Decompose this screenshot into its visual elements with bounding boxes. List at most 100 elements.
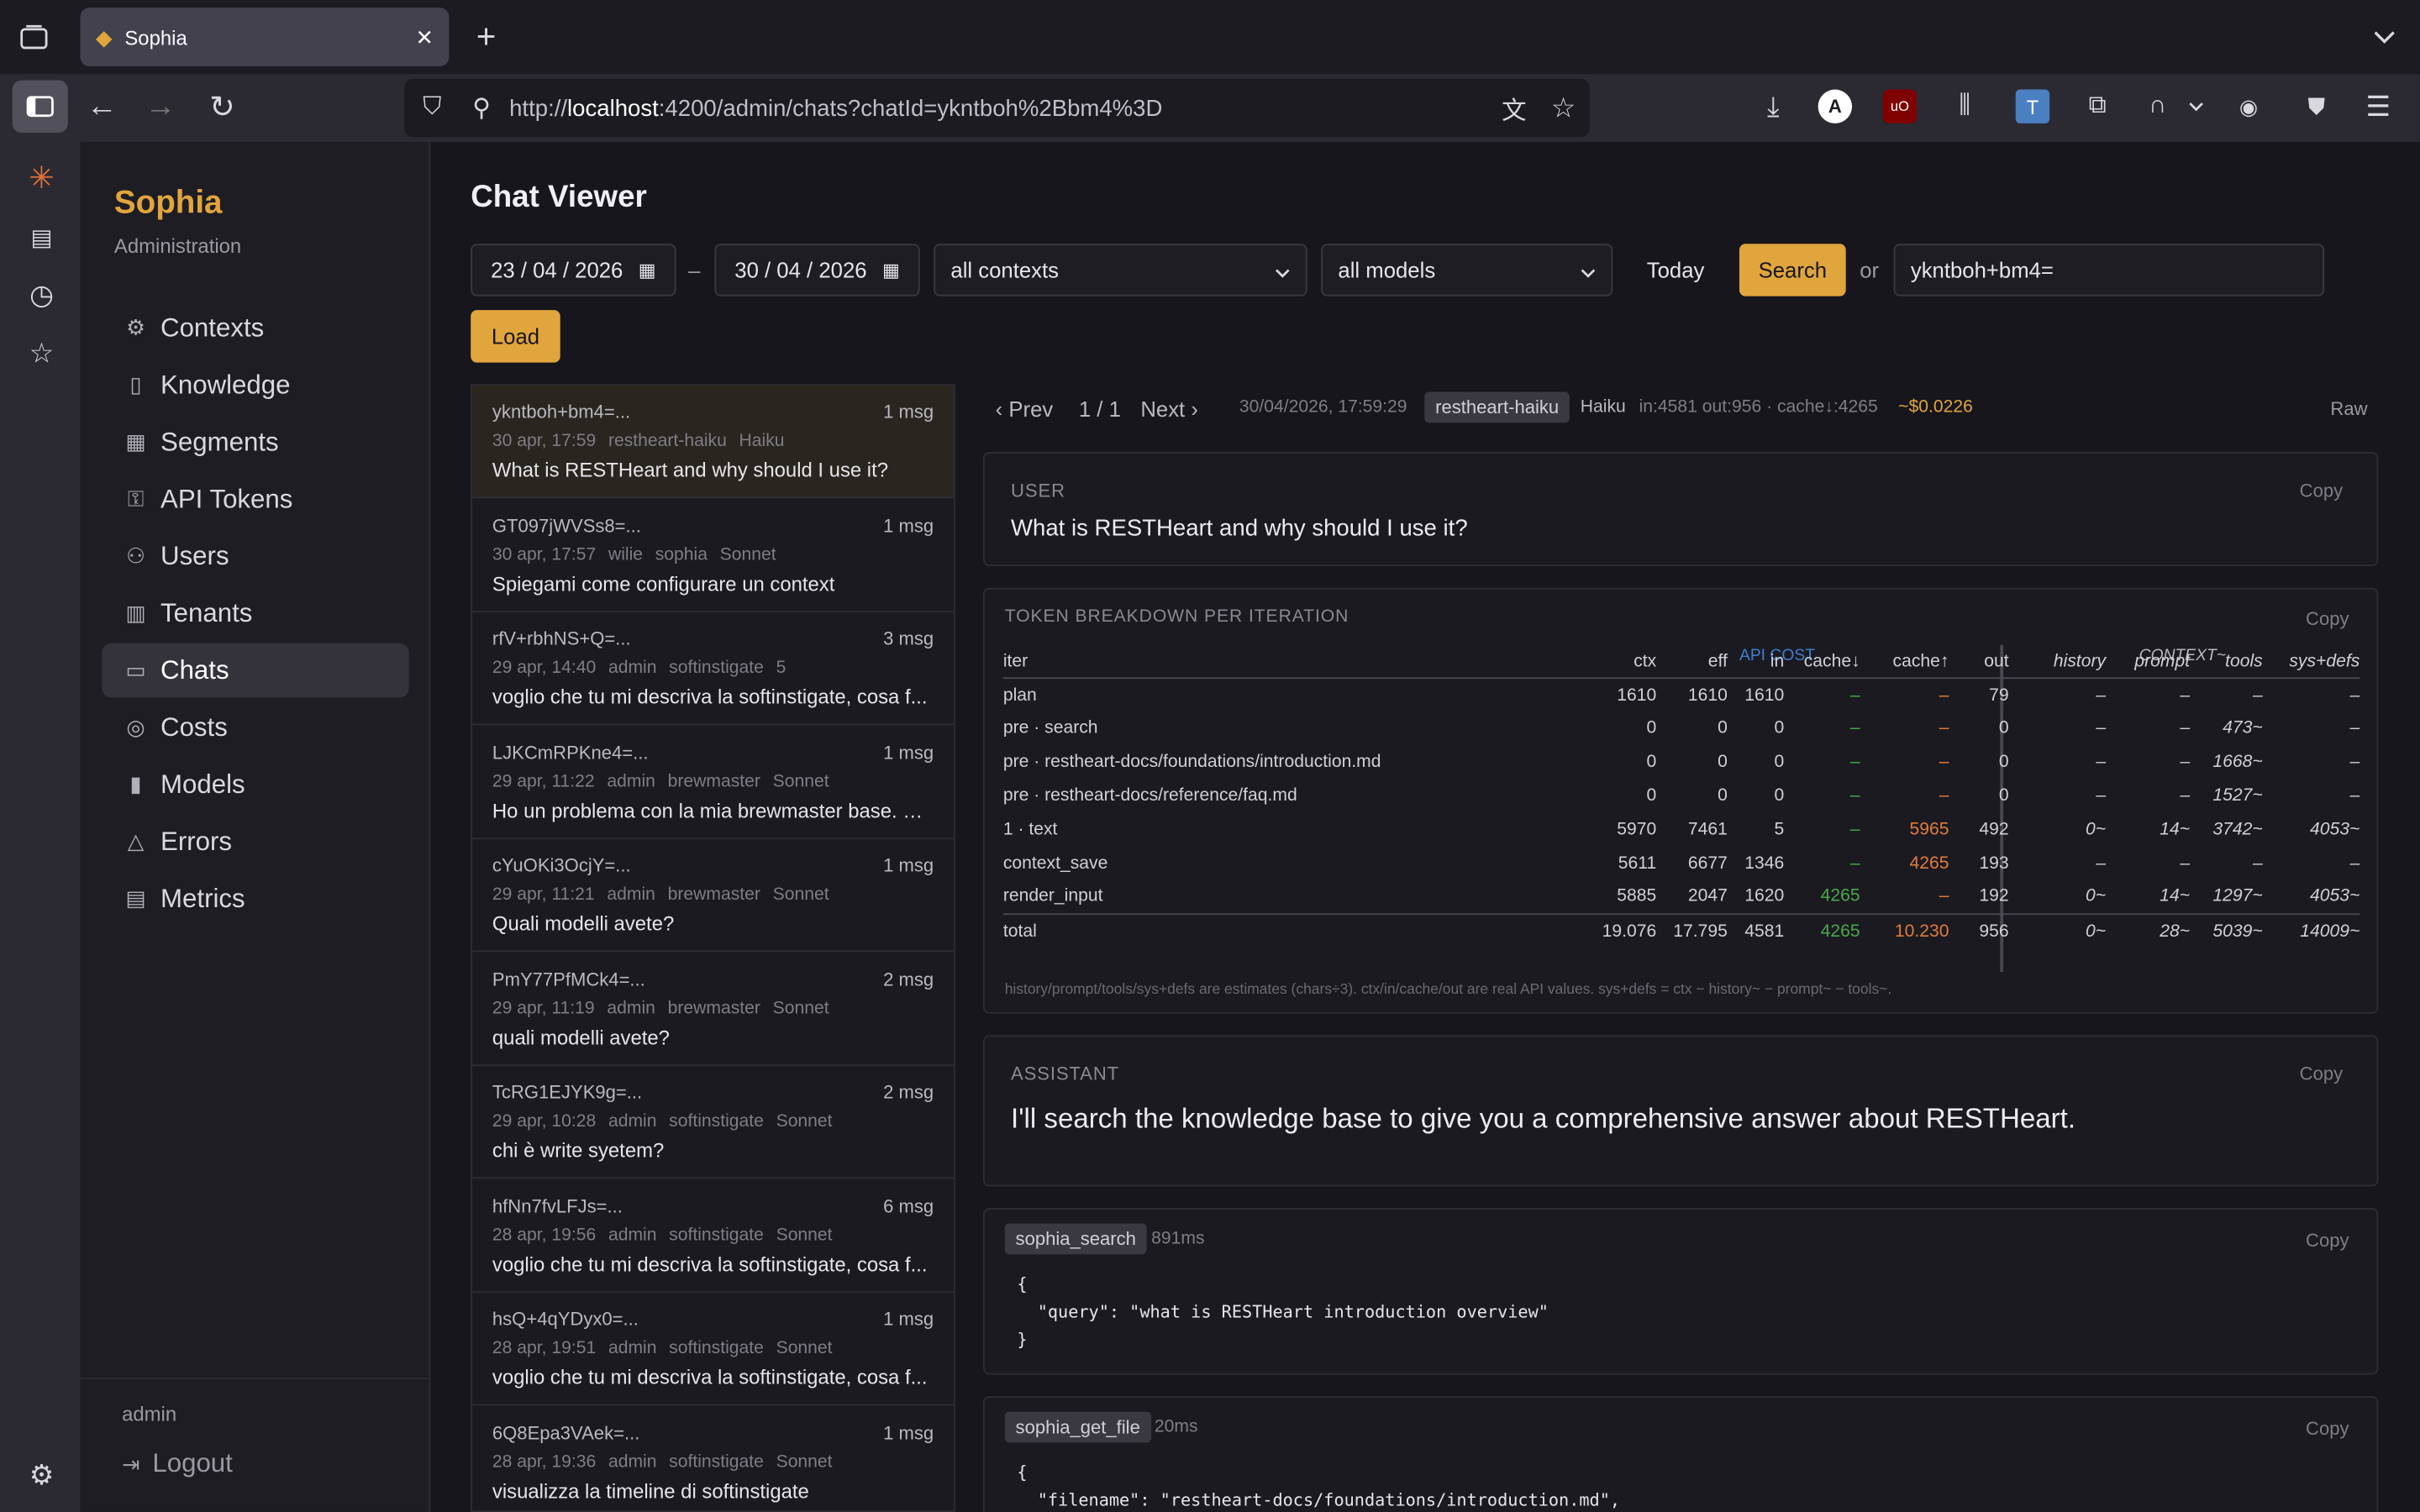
extension-t-icon[interactable]: T	[2015, 89, 2050, 123]
translate-icon[interactable]: 文	[1491, 90, 1537, 127]
load-button[interactable]: Load	[471, 310, 560, 363]
favorites-star-icon[interactable]: ☆	[24, 336, 58, 370]
browser-settings-gear-icon[interactable]: ⚙	[24, 1458, 58, 1492]
back-arrow-icon[interactable]: ←	[83, 89, 120, 123]
date-from-value: 23 / 04 / 2026	[491, 257, 623, 283]
copy-button[interactable]: Copy	[2300, 1063, 2343, 1084]
chat-item-meta: 28 apr, 19:56 admin softinstigate Sonnet	[492, 1226, 934, 1244]
bookmark-star-icon[interactable]: ☆	[1537, 92, 1589, 124]
chevron-down-icon[interactable]	[2186, 96, 2207, 118]
reload-icon[interactable]: ↻	[203, 90, 240, 123]
table-cell: 4053~	[2309, 887, 2360, 906]
chat-item-header: 6Q8Epa3VAek=... 1 msg	[492, 1422, 934, 1444]
menu-icon[interactable]: ☰	[2361, 90, 2395, 123]
chat-date: 28 apr, 19:56	[492, 1226, 597, 1245]
column-header: in	[1770, 652, 1785, 671]
history-icon[interactable]: ◷	[24, 278, 58, 312]
chat-list-item[interactable]: ykntboh+bm4=... 1 msg 30 apr, 17:59 resthea…	[472, 386, 955, 499]
chat-first-message: voglio che tu mi descriva la softinstiga…	[492, 1365, 928, 1389]
copy-button[interactable]: Copy	[2306, 608, 2349, 630]
table-cell: –	[2096, 786, 2107, 806]
chat-list-item[interactable]: 6Q8Epa3VAek=... 1 msg 28 apr, 19:36 admin so…	[472, 1406, 954, 1510]
chat-id: GT097jWVSs8=...	[492, 514, 641, 537]
sidebar-toggle-icon[interactable]	[12, 80, 68, 133]
new-tab-icon[interactable]: +	[468, 17, 505, 55]
library-icon[interactable]: ⫼	[1948, 90, 1981, 123]
table-cell: 14~	[2160, 820, 2191, 839]
chat-id: 6Q8Epa3VAek=...	[492, 1421, 640, 1444]
date-to-input[interactable]: 30 / 04 / 2026 ▦	[714, 244, 920, 297]
table-cell: 79	[1989, 686, 2009, 706]
chat-list-item[interactable]: rfV+rbhNS+Q=... 3 msg 29 apr, 14:40 admin so…	[472, 612, 955, 726]
mask-icon[interactable]: ◉	[2232, 90, 2265, 123]
nav-item-contexts[interactable]: ⚙ Contexts	[102, 301, 409, 354]
nav-item-models[interactable]: ▮ Models	[102, 758, 409, 811]
calendar-icon[interactable]: ▦	[882, 260, 900, 281]
chat-id-input[interactable]: ykntboh+bm4=	[1893, 244, 2325, 297]
logout-button[interactable]: ⇥ Logout	[122, 1449, 233, 1480]
url-bar[interactable]: ⛉ ⚲ http://localhost:4200/admin/chats?ch…	[404, 78, 1590, 138]
account-avatar-icon[interactable]: A	[1818, 89, 1853, 123]
nav-item-knowledge[interactable]: ▯ Knowledge	[102, 358, 409, 412]
chat-list-item[interactable]: LJKCmRPKne4=... 1 msg 29 apr, 11:22 admin br…	[472, 726, 955, 839]
nav-item-costs[interactable]: ◎ Costs	[102, 701, 409, 754]
copy-button[interactable]: Copy	[2306, 1230, 2349, 1252]
chat-first-message: Quali modelli avete?	[492, 911, 675, 936]
table-cell: –	[2252, 853, 2263, 873]
message-count: 1 msg	[883, 854, 934, 877]
extensions-puzzle-icon[interactable]: ⧉	[2081, 90, 2114, 123]
chat-item-header: PmY77PfMCk4=... 2 msg	[492, 969, 934, 990]
nav-item-tenants[interactable]: ▥ Tenants	[102, 586, 409, 640]
table-cell: –	[1939, 753, 1949, 772]
chat-list-item[interactable]: hfNn7fvLFJs=... 6 msg 28 apr, 19:56 admin so…	[472, 1179, 955, 1293]
forward-arrow-icon[interactable]: →	[142, 89, 179, 123]
nav-item-api-tokens[interactable]: ⚿ API Tokens	[102, 472, 409, 526]
prev-button[interactable]: ‹ Prev	[996, 396, 1054, 421]
tool-duration: 20ms	[1154, 1417, 1198, 1436]
copy-button[interactable]: Copy	[2300, 480, 2343, 501]
nav-item-metrics[interactable]: ▤ Metrics	[102, 872, 409, 926]
chat-list-item[interactable]: GT097jWVSs8=... 1 msg 30 apr, 17:57 wilie so…	[472, 499, 955, 612]
chat-list-item[interactable]: cYuOKi3OcjY=... 1 msg 29 apr, 11:21 admin br…	[472, 839, 955, 953]
date-from-input[interactable]: 23 / 04 / 2026 ▦	[471, 244, 676, 297]
tab-sophia[interactable]: ◆ Sophia ✕	[80, 8, 450, 66]
table-cell: –	[1939, 719, 1949, 738]
message-count: 6 msg	[883, 1194, 934, 1217]
headphones-icon[interactable]: ∩	[2139, 90, 2176, 123]
copy-button[interactable]: Copy	[2306, 1418, 2349, 1440]
site-permissions-icon[interactable]: ⚲	[460, 92, 502, 123]
column-header: sys+defs	[2289, 652, 2360, 671]
shield-icon[interactable]: ⛉	[404, 94, 460, 122]
today-button[interactable]: Today	[1647, 258, 1705, 282]
nav-item-segments[interactable]: ▦ Segments	[102, 415, 409, 469]
nav-item-chats[interactable]: ▭ Chats	[102, 643, 409, 698]
next-button[interactable]: Next ›	[1140, 396, 1198, 421]
contexts-select[interactable]: all contexts	[934, 244, 1307, 297]
chat-list-item[interactable]: PmY77PfMCk4=... 2 msg 29 apr, 11:19 admin br…	[472, 953, 955, 1066]
chat-list-item[interactable]: hsQ+4qYDyx0=... 1 msg 28 apr, 19:51 admin so…	[472, 1293, 955, 1406]
bookmarks-sidebar-icon[interactable]: ▤	[24, 221, 58, 255]
tab-overview-icon[interactable]	[15, 18, 52, 55]
nav-item-label: Users	[160, 540, 229, 570]
nav-item-errors[interactable]: △ Errors	[102, 815, 409, 869]
pocket-icon[interactable]: ⛊	[2300, 90, 2333, 123]
downloads-icon[interactable]: ⤓	[1754, 90, 1791, 123]
claude-icon[interactable]: ✳	[24, 160, 58, 195]
ublock-icon[interactable]: uO	[1882, 89, 1918, 123]
chat-context: Haiku	[739, 432, 785, 451]
search-button[interactable]: Search	[1739, 244, 1846, 297]
calendar-icon[interactable]: ▦	[639, 260, 656, 281]
chat-item-meta: 29 apr, 14:40 admin softinstigate 5	[492, 659, 934, 677]
chat-list-item[interactable]: TcRG1EJYK9g=... 2 msg 29 apr, 10:28 admin so…	[472, 1066, 955, 1179]
table-cell: pre · restheart-docs/reference/faq.md	[1002, 786, 1297, 806]
close-tab-icon[interactable]: ✕	[416, 24, 434, 50]
models-select[interactable]: all models	[1321, 244, 1613, 297]
assistant-label: ASSISTANT	[1011, 1063, 1120, 1085]
tool-args-line: "query": "what is RESTHeart introduction…	[1017, 1302, 1549, 1323]
chat-context: softinstigate	[669, 1339, 764, 1358]
tab-list-chevron-icon[interactable]	[2366, 18, 2403, 55]
token-breakdown-table: iter ctx eff in cache↓ cache↑ out history prompt…	[1002, 645, 2360, 948]
raw-button[interactable]: Raw	[2330, 398, 2367, 420]
chat-list: ykntboh+bm4=... 1 msg 30 apr, 17:59 resthea…	[471, 384, 955, 1512]
nav-item-users[interactable]: ⚇ Users	[102, 529, 409, 583]
